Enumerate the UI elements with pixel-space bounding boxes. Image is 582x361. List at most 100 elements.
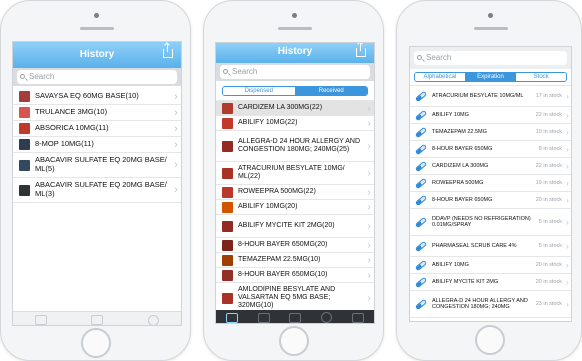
item-name: ABILIFY MYCITE KIT 2MG(20) bbox=[238, 221, 335, 229]
nav-header: History bbox=[216, 43, 374, 63]
item-name: SAVAYSA EQ 60MG BASE(10) bbox=[35, 92, 139, 101]
screen-stock: Search Alphabetical Expiration Stock ATR… bbox=[409, 46, 572, 322]
chevron-right-icon: › bbox=[367, 117, 371, 129]
list-item[interactable]: ABILIFY 10MG 22 in stock › bbox=[410, 107, 571, 124]
pill-icon bbox=[414, 177, 428, 189]
list-item[interactable]: TEMAZEPAM 22.5MG 10 in stock › bbox=[410, 124, 571, 141]
item-name: ATRACURIUM BESYLATE 10MG/ML bbox=[432, 92, 524, 99]
stock-count: 5 in stock bbox=[538, 219, 562, 225]
earpiece bbox=[278, 27, 312, 30]
list-item[interactable]: TEMAZEPAM 22.5MG(10) › bbox=[216, 253, 374, 268]
segmented-control: Dispensed Received bbox=[222, 86, 368, 96]
search-input[interactable]: Search bbox=[220, 65, 370, 79]
search-icon bbox=[223, 69, 228, 74]
product-thumbnail bbox=[19, 123, 30, 134]
scan-tab-icon[interactable] bbox=[225, 312, 238, 323]
list-item[interactable]: DDAVP (NEEDS NO REFRIGERATION) 0.01MG/SP… bbox=[410, 209, 571, 236]
share-icon[interactable] bbox=[163, 44, 173, 58]
tab-bar bbox=[216, 310, 374, 323]
profile-tab-icon[interactable] bbox=[147, 314, 159, 325]
chevron-right-icon: › bbox=[367, 167, 371, 179]
stock-count: 19 in stock bbox=[535, 180, 562, 186]
search-bar: Search bbox=[13, 68, 181, 86]
list-item[interactable]: ATRACURIUM BESYLATE 10MG/ ML(22) › bbox=[216, 162, 374, 185]
chevron-right-icon: › bbox=[566, 178, 569, 188]
inventory-tab-icon[interactable] bbox=[289, 312, 302, 323]
list-item[interactable]: 8-HOUR BAYER 650MG 8 in stock › bbox=[410, 141, 571, 158]
chevron-right-icon: › bbox=[367, 239, 371, 251]
item-name: ROWEEPRA 500MG bbox=[432, 179, 484, 186]
item-name: 8-HOUR BAYER 650MG bbox=[432, 145, 493, 152]
list-item[interactable]: SAVAYSA EQ 60MG BASE(10) › bbox=[13, 89, 181, 105]
list-item[interactable]: ABILIFY MYCITE KIT 2MG 20 in stock › bbox=[410, 274, 571, 291]
list-item[interactable]: ALLEGRA-D 24 HOUR ALLERGY AND CONGESTION… bbox=[410, 291, 571, 318]
product-thumbnail bbox=[19, 139, 30, 150]
product-thumbnail bbox=[222, 292, 233, 304]
home-button[interactable] bbox=[81, 328, 111, 358]
segment-stock[interactable]: Stock bbox=[515, 73, 566, 81]
chevron-right-icon: › bbox=[566, 217, 569, 227]
home-button[interactable] bbox=[475, 325, 505, 355]
item-name: ABILIFY 10MG bbox=[432, 111, 469, 118]
list-item[interactable]: 8-HOUR BAYER 650MG 20 in stock › bbox=[410, 192, 571, 209]
list-item[interactable]: ABILIFY 10MG(22) › bbox=[216, 116, 374, 131]
product-thumbnail bbox=[222, 269, 233, 281]
stock-count: 23 in stock bbox=[535, 301, 562, 307]
chevron-right-icon: › bbox=[367, 254, 371, 266]
item-name: ALLEGRA-D 24 HOUR ALLERGY AND CONGESTION… bbox=[238, 137, 361, 153]
list-item[interactable]: ABSORICA 10MG(11) › bbox=[13, 121, 181, 137]
list-item[interactable]: CARDIZEM LA 300MG(22) › bbox=[216, 101, 374, 116]
segment-received[interactable]: Received bbox=[294, 87, 367, 95]
screen-received: History Search Dispensed Received CARDIZ… bbox=[215, 42, 375, 324]
share-icon[interactable] bbox=[356, 43, 366, 57]
list-item[interactable]: ABILIFY 10MG 20 in stock › bbox=[410, 257, 571, 274]
segment-area: Alphabetical Expiration Stock bbox=[410, 69, 571, 86]
chevron-right-icon: › bbox=[566, 299, 569, 309]
list-item[interactable]: ALLEGRA-D 24 HOUR ALLERGY AND CONGESTION… bbox=[216, 131, 374, 162]
search-input[interactable]: Search bbox=[17, 70, 177, 84]
list-item[interactable]: ABACAVIR SULFATE EQ 20MG BASE/ ML(3) › bbox=[13, 178, 181, 203]
list-item[interactable]: ABILIFY MYCITE KIT 2MG(20) › bbox=[216, 215, 374, 238]
pill-icon bbox=[414, 298, 428, 310]
list-item[interactable]: TRULANCE 3MG(10) › bbox=[13, 105, 181, 121]
chat-tab-icon[interactable] bbox=[91, 315, 104, 325]
home-button[interactable] bbox=[279, 326, 309, 356]
item-name: 8-HOUR BAYER 650MG(20) bbox=[238, 240, 328, 248]
search-icon bbox=[417, 55, 422, 60]
item-name: ABSORICA 10MG(11) bbox=[35, 124, 109, 133]
list-item[interactable]: PHARMASEAL SCRUB CARE 4% 5 in stock › bbox=[410, 236, 571, 257]
search-placeholder: Search bbox=[426, 53, 452, 62]
segment-area: Dispensed Received bbox=[216, 81, 374, 101]
product-thumbnail bbox=[19, 91, 30, 102]
list-item[interactable]: ABILIFY 10MG(20) › bbox=[216, 200, 374, 215]
chat-tab-icon[interactable] bbox=[257, 312, 270, 323]
segment-expiration[interactable]: Expiration bbox=[464, 73, 516, 81]
list-item[interactable]: CARDIZEM LA 300MG 22 in stock › bbox=[410, 158, 571, 175]
list-item[interactable]: ROWEEPRA 500MG(22) › bbox=[216, 185, 374, 200]
list-item[interactable]: ATRACURIUM BESYLATE 10MG/ML 17 in stock › bbox=[410, 86, 571, 107]
list-item[interactable]: 8-HOUR BAYER 650MG(10) › bbox=[216, 268, 374, 283]
list-item[interactable]: ABACAVIR SULFATE EQ 20MG BASE/ ML(5) › bbox=[13, 153, 181, 178]
item-name: 8-MOP 10MG(11) bbox=[35, 140, 94, 149]
item-name: ABILIFY 10MG(22) bbox=[238, 118, 298, 126]
segment-alphabetical[interactable]: Alphabetical bbox=[415, 73, 465, 81]
stock-list: ATRACURIUM BESYLATE 10MG/ML 17 in stock › A… bbox=[410, 86, 571, 321]
stock-count: 20 in stock bbox=[535, 197, 562, 203]
item-name: ALLEGRA-D 24 HOUR ALLERGY AND CONGESTION… bbox=[432, 297, 528, 310]
product-thumbnail bbox=[19, 107, 30, 118]
list-item[interactable]: 8-MOP 10MG(11) › bbox=[13, 137, 181, 153]
list-item[interactable]: 8-HOUR BAYER 650MG(20) › bbox=[216, 238, 374, 253]
item-name: PHARMASEAL SCRUB CARE 4% bbox=[432, 242, 517, 249]
product-thumbnail bbox=[222, 140, 233, 152]
orders-tab-icon[interactable] bbox=[352, 312, 365, 323]
history-list: SAVAYSA EQ 60MG BASE(10) › TRULANCE 3MG(10… bbox=[13, 89, 181, 203]
stock-count: 10 in stock bbox=[535, 129, 562, 135]
profile-tab-icon[interactable] bbox=[321, 312, 333, 323]
pill-icon bbox=[414, 109, 428, 121]
stock-count: 20 in stock bbox=[535, 262, 562, 268]
list-item[interactable]: AMLODIPINE BESYLATE AND› bbox=[410, 318, 571, 321]
list-item[interactable]: ROWEEPRA 500MG 19 in stock › bbox=[410, 175, 571, 192]
segment-dispensed[interactable]: Dispensed bbox=[223, 87, 295, 95]
scan-tab-icon[interactable] bbox=[35, 315, 48, 325]
search-input[interactable]: Search bbox=[414, 51, 567, 65]
